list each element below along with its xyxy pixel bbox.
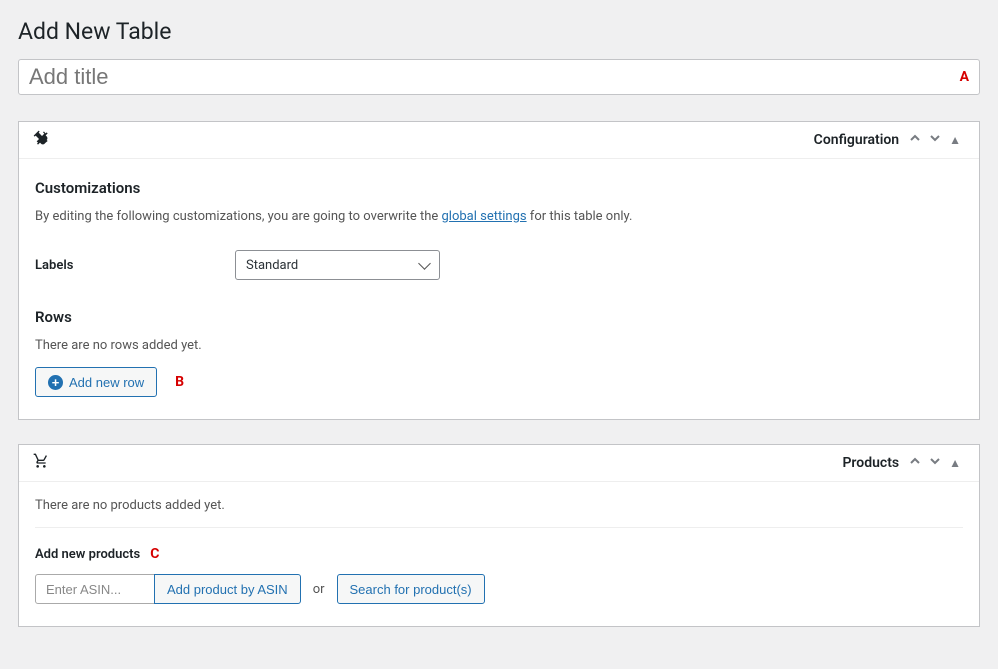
labels-select[interactable]: Standard [235, 250, 440, 280]
products-metabox: Products ▲ There are no products added y… [18, 444, 980, 627]
plug-icon [33, 130, 53, 150]
configuration-metabox: Configuration ▲ Customizations By editin… [18, 121, 980, 420]
chevron-up-icon[interactable] [905, 132, 925, 148]
add-product-by-asin-button[interactable]: Add product by ASIN [154, 574, 301, 604]
configuration-title: Configuration [814, 132, 899, 148]
labels-label: Labels [35, 258, 235, 273]
rows-heading: Rows [35, 308, 963, 326]
annotation-c: C [150, 546, 159, 562]
chevron-up-icon[interactable] [905, 455, 925, 471]
customizations-description: By editing the following customizations,… [35, 209, 963, 224]
configuration-header: Configuration ▲ [19, 122, 979, 159]
title-input-wrapper[interactable]: A [18, 59, 980, 95]
plus-circle-icon: + [48, 375, 63, 390]
annotation-b: B [175, 374, 184, 390]
chevron-down-icon[interactable] [925, 455, 945, 471]
products-title: Products [842, 455, 899, 471]
products-header: Products ▲ [19, 445, 979, 482]
products-empty-text: There are no products added yet. [35, 498, 963, 513]
add-new-row-button[interactable]: + Add new row [35, 367, 157, 397]
global-settings-link[interactable]: global settings [441, 209, 526, 224]
collapse-icon[interactable]: ▲ [945, 133, 965, 147]
customizations-heading: Customizations [35, 179, 963, 197]
rows-empty-text: There are no rows added yet. [35, 338, 963, 353]
add-products-heading: Add new products [35, 547, 140, 562]
cart-icon [33, 453, 53, 473]
search-products-button[interactable]: Search for product(s) [337, 574, 485, 604]
annotation-a: A [960, 69, 969, 85]
asin-input[interactable] [35, 574, 155, 604]
collapse-icon[interactable]: ▲ [945, 456, 965, 470]
or-text: or [313, 582, 325, 597]
divider [35, 527, 963, 528]
page-title: Add New Table [18, 18, 980, 45]
chevron-down-icon[interactable] [925, 132, 945, 148]
title-input[interactable] [29, 64, 952, 90]
